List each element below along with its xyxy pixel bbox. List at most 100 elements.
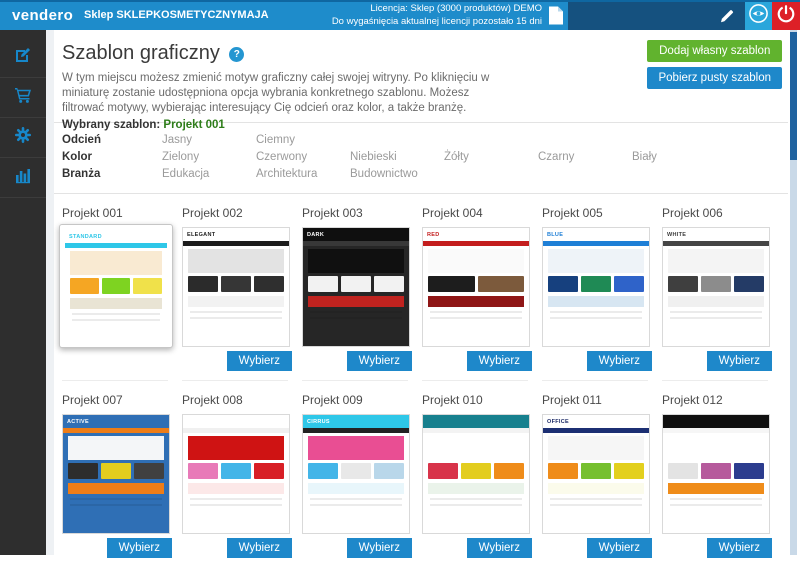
template-preview-mock: DARK: [303, 228, 409, 346]
mock-logo-text: STANDARD: [69, 234, 102, 240]
template-thumbnail[interactable]: DARK: [302, 227, 410, 347]
sidebar-item-orders[interactable]: [0, 78, 46, 118]
mock-logo-text: OFFICE: [547, 419, 569, 425]
template-thumbnail[interactable]: [422, 414, 530, 534]
template-preview-mock: ELEGANT: [183, 228, 289, 346]
select-template-button[interactable]: Wybierz: [707, 538, 772, 558]
mock-header: [183, 415, 289, 428]
mock-hero-block: [428, 249, 524, 273]
mock-hero-block: [308, 249, 404, 273]
mock-hero-block: [428, 436, 524, 460]
filter-option[interactable]: Zielony: [162, 149, 256, 166]
license-document-icon: [548, 5, 564, 31]
template-button-row: Wybierz: [422, 538, 542, 562]
preview-shop-button[interactable]: [745, 2, 772, 30]
mock-products-row: [543, 276, 649, 292]
power-icon: [776, 4, 796, 29]
help-icon[interactable]: ?: [229, 47, 244, 62]
mock-products-row: [63, 463, 169, 479]
filter-group-label: Kolor: [62, 149, 162, 166]
template-button-row: [62, 351, 182, 375]
template-thumbnail[interactable]: ELEGANT: [182, 227, 290, 347]
mock-products-row: [303, 463, 409, 479]
mock-header: [423, 415, 529, 428]
select-template-button[interactable]: Wybierz: [467, 538, 532, 558]
template-card: Projekt 010 Wybierz: [422, 393, 542, 562]
filter-option[interactable]: Czarny: [538, 149, 632, 166]
mock-hero-block: [68, 436, 164, 460]
template-thumbnail[interactable]: [662, 414, 770, 534]
template-button-row: Wybierz: [62, 538, 182, 562]
filter-option[interactable]: Jasny: [162, 132, 256, 149]
filter-option[interactable]: Ciemny: [256, 132, 350, 149]
template-name: Projekt 003: [302, 206, 422, 222]
select-template-button[interactable]: Wybierz: [587, 538, 652, 558]
select-template-button[interactable]: Wybierz: [587, 351, 652, 371]
filter-option[interactable]: Żółty: [444, 149, 538, 166]
template-name: Projekt 004: [422, 206, 542, 222]
selected-template-label: Wybrany szablon:: [62, 119, 160, 131]
mock-products-row: [423, 463, 529, 479]
template-preview-mock: [663, 415, 769, 533]
logout-button[interactable]: [772, 2, 800, 30]
mock-hero-block: [548, 436, 644, 460]
select-template-button[interactable]: Wybierz: [347, 538, 412, 558]
scrollbar-track[interactable]: [790, 30, 797, 555]
template-thumbnail[interactable]: CIRRUS: [302, 414, 410, 534]
select-template-button[interactable]: Wybierz: [467, 351, 532, 371]
select-template-button[interactable]: Wybierz: [227, 351, 292, 371]
template-thumbnail[interactable]: [182, 414, 290, 534]
mock-nav-bar: [663, 241, 769, 246]
template-thumbnail[interactable]: RED: [422, 227, 530, 347]
template-thumbnail[interactable]: WHITE: [662, 227, 770, 347]
template-thumbnail[interactable]: ACTIVE: [62, 414, 170, 534]
scrollbar-thumb[interactable]: [790, 32, 797, 160]
mock-logo-text: RED: [427, 232, 440, 238]
filter-option[interactable]: Edukacja: [162, 166, 256, 183]
mock-text-lines: [543, 498, 649, 506]
template-name: Projekt 005: [542, 206, 662, 222]
mock-nav-bar: [183, 428, 289, 433]
add-own-template-button[interactable]: Dodaj własny szablon: [647, 40, 782, 62]
filter-option[interactable]: Biały: [632, 149, 726, 166]
sidebar-item-edit[interactable]: [0, 38, 46, 78]
select-template-button[interactable]: Wybierz: [227, 538, 292, 558]
template-thumbnail[interactable]: OFFICE: [542, 414, 650, 534]
mock-extra-block: [668, 483, 764, 494]
mock-header: DARK: [303, 228, 409, 241]
mock-extra-block: [308, 483, 404, 494]
mock-products-row: [663, 463, 769, 479]
mock-logo-text: WHITE: [667, 232, 686, 238]
filter-option[interactable]: Niebieski: [350, 149, 444, 166]
select-template-button[interactable]: Wybierz: [707, 351, 772, 371]
filter-option[interactable]: Czerwony: [256, 149, 350, 166]
template-name: Projekt 009: [302, 393, 422, 409]
template-thumbnail[interactable]: BLUE: [542, 227, 650, 347]
mock-text-lines: [423, 311, 529, 319]
sidebar-item-settings[interactable]: [0, 118, 46, 158]
mock-header: RED: [423, 228, 529, 241]
filter-option[interactable]: Architektura: [256, 166, 350, 183]
download-empty-template-button[interactable]: Pobierz pusty szablon: [647, 67, 782, 89]
mock-products-row: [303, 276, 409, 292]
template-thumbnail[interactable]: STANDARD: [59, 224, 173, 348]
mock-extra-block: [188, 296, 284, 307]
mock-extra-block: [428, 296, 524, 307]
sidebar-item-statistics[interactable]: [0, 158, 46, 198]
mock-products-row: [65, 278, 167, 294]
mock-hero-block: [668, 249, 764, 273]
edit-pencil-icon[interactable]: [719, 8, 737, 26]
license-line-1: Licencja: Sklep (3000 produktów) DEMO: [332, 3, 542, 16]
filter-row: BranżaEdukacjaArchitekturaBudownictwo: [62, 166, 780, 183]
mock-hero-block: [188, 436, 284, 460]
template-name: Projekt 008: [182, 393, 302, 409]
template-button-row: Wybierz: [542, 538, 662, 562]
filter-option[interactable]: Budownictwo: [350, 166, 444, 183]
cart-icon: [14, 86, 32, 109]
select-template-button[interactable]: Wybierz: [107, 538, 172, 558]
template-card: Projekt 001 STANDARD: [62, 206, 182, 381]
template-name: Projekt 002: [182, 206, 302, 222]
header-buttons: Dodaj własny szablon Pobierz pusty szabl…: [647, 40, 782, 89]
select-template-button[interactable]: Wybierz: [347, 351, 412, 371]
filter-group-label: Branża: [62, 166, 162, 183]
